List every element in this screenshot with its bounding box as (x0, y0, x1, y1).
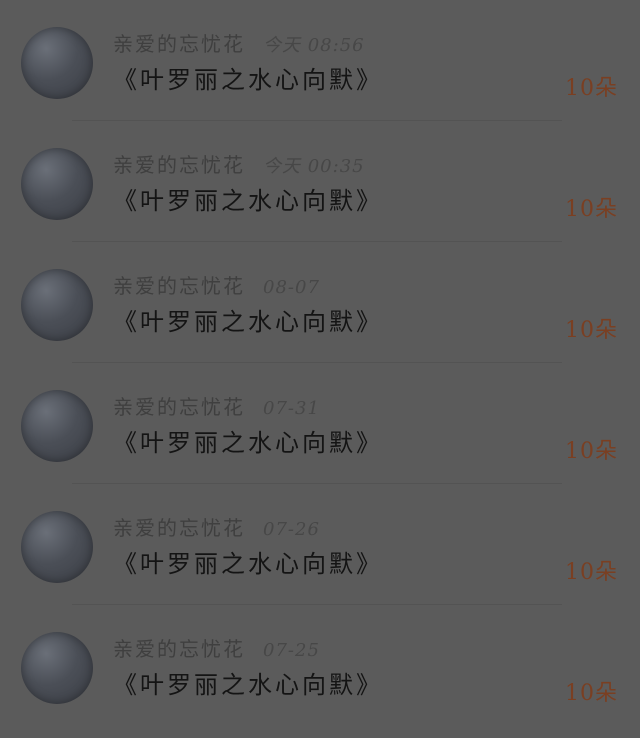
avatar[interactable] (21, 269, 93, 341)
message-list: 亲爱的忘忧花 今天 08:56 《叶罗丽之水心向默》 10朵 亲爱的忘忧花 今天… (0, 0, 640, 738)
list-item[interactable]: 亲爱的忘忧花 08-07 《叶罗丽之水心向默》 10朵 (0, 242, 640, 363)
sender-name: 亲爱的忘忧花 (113, 32, 245, 56)
timestamp: 08-07 (263, 277, 320, 298)
flower-count: 10朵 (565, 76, 618, 101)
item-title: 《叶罗丽之水心向默》 (113, 187, 383, 215)
list-item[interactable]: 亲爱的忘忧花 07-31 《叶罗丽之水心向默》 10朵 (0, 363, 640, 484)
flower-count: 10朵 (565, 560, 618, 585)
item-meta: 亲爱的忘忧花 今天 00:35 (113, 149, 365, 177)
item-meta: 亲爱的忘忧花 07-25 (113, 633, 320, 661)
timestamp: 07-26 (263, 519, 320, 540)
avatar[interactable] (21, 511, 93, 583)
sender-name: 亲爱的忘忧花 (113, 274, 245, 298)
item-title: 《叶罗丽之水心向默》 (113, 308, 383, 336)
list-item[interactable]: 亲爱的忘忧花 今天 00:35 《叶罗丽之水心向默》 10朵 (0, 121, 640, 242)
list-item[interactable]: 亲爱的忘忧花 07-26 《叶罗丽之水心向默》 10朵 (0, 484, 640, 605)
item-meta: 亲爱的忘忧花 08-07 (113, 270, 320, 298)
item-meta: 亲爱的忘忧花 07-31 (113, 391, 320, 419)
list-item[interactable]: 亲爱的忘忧花 今天 08:56 《叶罗丽之水心向默》 10朵 (0, 0, 640, 121)
avatar[interactable] (21, 390, 93, 462)
item-meta: 亲爱的忘忧花 今天 08:56 (113, 28, 365, 56)
flower-count: 10朵 (565, 439, 618, 464)
sender-name: 亲爱的忘忧花 (113, 153, 245, 177)
item-meta: 亲爱的忘忧花 07-26 (113, 512, 320, 540)
flower-count: 10朵 (565, 197, 618, 222)
sender-name: 亲爱的忘忧花 (113, 637, 245, 661)
item-title: 《叶罗丽之水心向默》 (113, 429, 383, 457)
item-title: 《叶罗丽之水心向默》 (113, 671, 383, 699)
item-title: 《叶罗丽之水心向默》 (113, 550, 383, 578)
flower-count: 10朵 (565, 318, 618, 343)
timestamp: 今天 00:35 (263, 156, 365, 177)
flower-count: 10朵 (565, 681, 618, 706)
sender-name: 亲爱的忘忧花 (113, 516, 245, 540)
timestamp: 07-31 (263, 398, 320, 419)
timestamp: 07-25 (263, 640, 320, 661)
timestamp: 今天 08:56 (263, 35, 365, 56)
avatar[interactable] (21, 632, 93, 704)
avatar[interactable] (21, 27, 93, 99)
sender-name: 亲爱的忘忧花 (113, 395, 245, 419)
list-item[interactable]: 亲爱的忘忧花 07-25 《叶罗丽之水心向默》 10朵 (0, 605, 640, 726)
avatar[interactable] (21, 148, 93, 220)
item-title: 《叶罗丽之水心向默》 (113, 66, 383, 94)
